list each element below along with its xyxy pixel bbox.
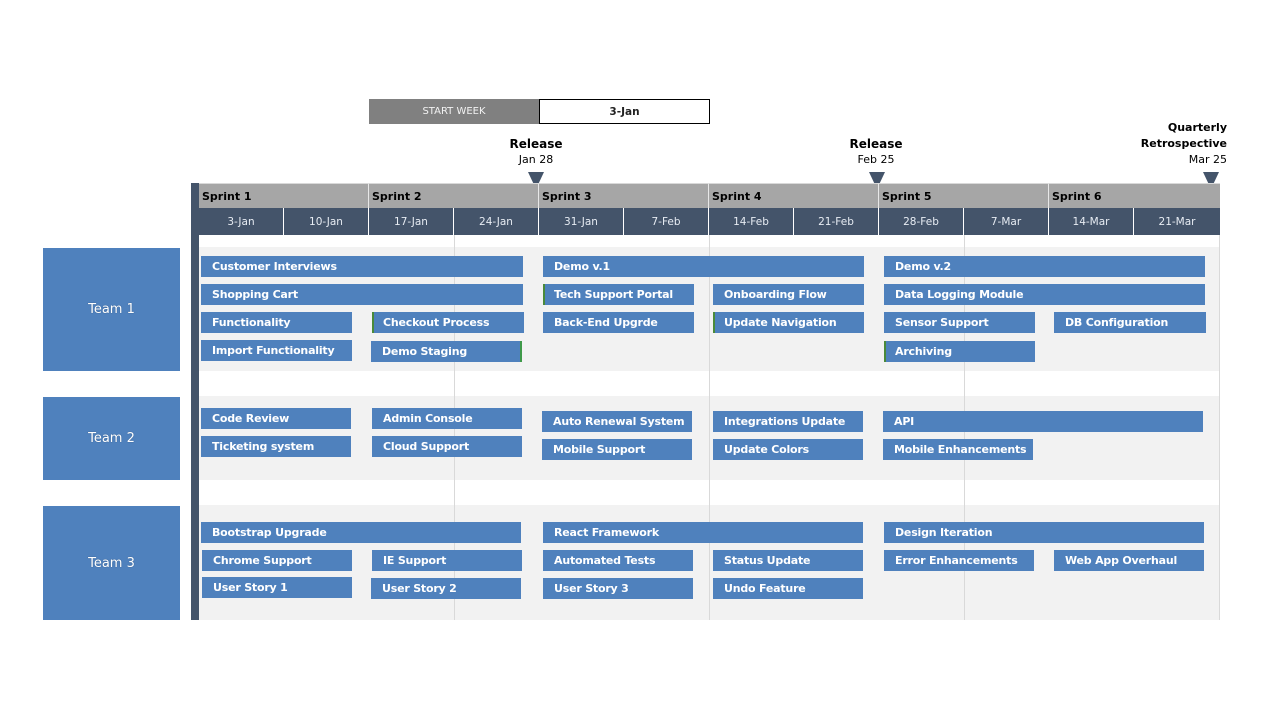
task-bar[interactable]: Integrations Update: [713, 411, 863, 432]
task-bar[interactable]: Update Navigation: [713, 312, 864, 333]
task-bar[interactable]: Status Update: [713, 550, 863, 571]
task-bar[interactable]: Mobile Support: [542, 439, 692, 460]
task-bar[interactable]: Back-End Upgrde: [543, 312, 694, 333]
task-bar[interactable]: Chrome Support: [202, 550, 352, 571]
task-bar[interactable]: DB Configuration: [1054, 312, 1206, 333]
week-header: 14-Mar: [1049, 208, 1134, 235]
milestone-release-1: Release Jan 28: [476, 137, 596, 167]
grid-right-border: [1219, 235, 1220, 620]
milestone-date: Feb 25: [857, 153, 895, 166]
milestone-quarterly-retrospective: Quarterly Retrospective Mar 25: [1087, 120, 1227, 167]
team-label: Team 1: [43, 248, 180, 371]
sprint-header: Sprint 5: [879, 183, 1049, 208]
milestone-title: Release: [849, 137, 903, 151]
task-bar[interactable]: Bootstrap Upgrade: [201, 522, 521, 543]
task-bar[interactable]: Archiving: [884, 341, 1035, 362]
task-bar[interactable]: Design Iteration: [884, 522, 1204, 543]
start-week-input[interactable]: 3-Jan: [539, 99, 710, 124]
milestone-date: Jan 28: [518, 153, 554, 166]
task-bar[interactable]: Checkout Process: [372, 312, 524, 333]
task-bar[interactable]: Data Logging Module: [884, 284, 1205, 305]
task-bar[interactable]: Web App Overhaul: [1054, 550, 1204, 571]
task-bar[interactable]: Functionality: [201, 312, 352, 333]
task-bar[interactable]: Shopping Cart: [201, 284, 523, 305]
week-header: 3-Jan: [199, 208, 284, 235]
week-header: 21-Mar: [1158, 215, 1196, 228]
week-header: 10-Jan: [284, 208, 369, 235]
task-bar[interactable]: Onboarding Flow: [713, 284, 864, 305]
week-header: 17-Jan: [369, 208, 454, 235]
week-header: 28-Feb: [879, 208, 964, 235]
task-bar[interactable]: Auto Renewal System: [542, 411, 692, 432]
task-bar[interactable]: Tech Support Portal: [543, 284, 694, 305]
task-bar[interactable]: User Story 2: [371, 578, 521, 599]
task-bar[interactable]: React Framework: [543, 522, 863, 543]
week-header-row: 3-Jan 10-Jan 17-Jan 24-Jan 31-Jan 7-Feb …: [199, 208, 1220, 235]
milestone-title: Release: [509, 137, 563, 151]
task-bar[interactable]: Import Functionality: [201, 340, 352, 361]
task-bar[interactable]: User Story 1: [202, 577, 352, 598]
week-header: 24-Jan: [454, 208, 539, 235]
task-bar[interactable]: Sensor Support: [884, 312, 1035, 333]
week-header: 7-Mar: [964, 208, 1049, 235]
week-header: 31-Jan: [539, 208, 624, 235]
sprint-header-row: Sprint 1 Sprint 2 Sprint 3 Sprint 4 Spri…: [199, 183, 1220, 208]
sprint-header: Sprint 4: [709, 183, 879, 208]
sprint-header: Sprint 3: [539, 183, 709, 208]
team-label: Team 3: [43, 506, 180, 620]
task-bar[interactable]: API: [883, 411, 1203, 432]
start-week-label: START WEEK: [369, 99, 539, 124]
week-header: 7-Feb: [624, 208, 709, 235]
task-bar[interactable]: Demo v.2: [884, 256, 1205, 277]
task-bar[interactable]: Code Review: [201, 408, 351, 429]
task-bar[interactable]: Mobile Enhancements: [883, 439, 1033, 460]
task-bar[interactable]: Customer Interviews: [201, 256, 523, 277]
task-bar[interactable]: Ticketing system: [201, 436, 351, 457]
team-label: Team 2: [43, 397, 180, 480]
milestone-release-2: Release Feb 25: [816, 137, 936, 167]
task-bar[interactable]: Update Colors: [713, 439, 863, 460]
sprint-header: Sprint 2: [369, 183, 539, 208]
sprint-header: Sprint 1: [199, 183, 369, 208]
task-bar[interactable]: Undo Feature: [713, 578, 863, 599]
task-bar[interactable]: Error Enhancements: [884, 550, 1034, 571]
task-bar[interactable]: Demo v.1: [543, 256, 864, 277]
task-bar[interactable]: User Story 3: [543, 578, 693, 599]
gridline: [709, 235, 710, 620]
task-bar[interactable]: Cloud Support: [372, 436, 522, 457]
week-header: 14-Feb: [709, 208, 794, 235]
milestone-title-line2: Retrospective: [1140, 137, 1227, 150]
sprint-header: Sprint 6: [1049, 183, 1220, 208]
task-bar[interactable]: IE Support: [372, 550, 522, 571]
task-bar[interactable]: Admin Console: [372, 408, 522, 429]
timeline-rail: [191, 183, 199, 620]
task-bar[interactable]: Automated Tests: [543, 550, 693, 571]
task-bar[interactable]: Demo Staging: [371, 341, 522, 362]
milestone-date: Mar 25: [1188, 153, 1227, 166]
milestone-title-line1: Quarterly: [1167, 121, 1227, 134]
week-header: 21-Feb: [794, 208, 879, 235]
